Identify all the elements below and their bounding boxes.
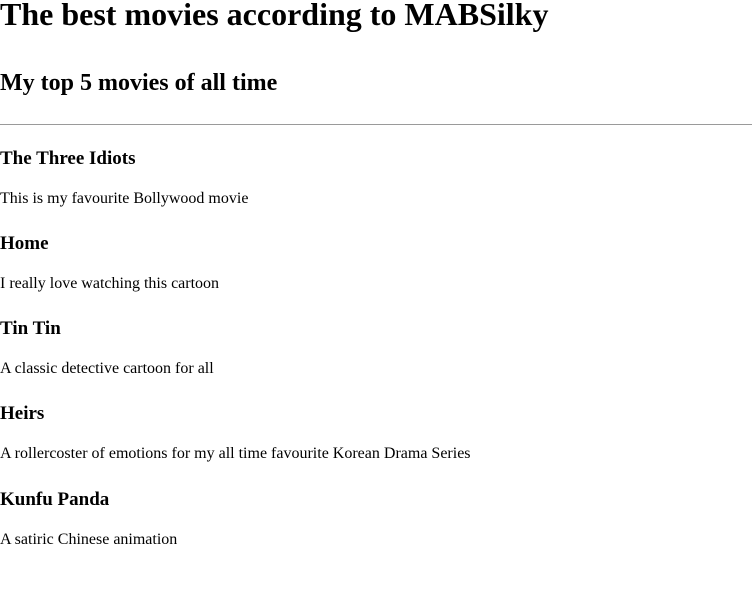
- divider: [0, 124, 752, 125]
- movie-item: The Three Idiots This is my favourite Bo…: [0, 147, 752, 209]
- movie-description: A rollercoster of emotions for my all ti…: [0, 445, 471, 462]
- movie-title: Tin Tin: [0, 318, 61, 339]
- page-subtitle: My top 5 movies of all time: [0, 70, 278, 96]
- movie-item: Tin Tin A classic detective cartoon for …: [0, 317, 752, 379]
- movie-description: A satiric Chinese animation: [0, 531, 178, 548]
- movie-item: Home I really love watching this cartoon: [0, 232, 752, 294]
- movie-item: Kunfu Panda A satiric Chinese animation: [0, 488, 752, 550]
- movie-description: I really love watching this cartoon: [0, 275, 220, 292]
- movie-description: This is my favourite Bollywood movie: [0, 190, 249, 207]
- movie-title: Kunfu Panda: [0, 489, 110, 510]
- movie-description: A classic detective cartoon for all: [0, 360, 214, 377]
- movie-title: Heirs: [0, 403, 45, 424]
- movie-item: Heirs A rollercoster of emotions for my …: [0, 402, 752, 464]
- movie-title: Home: [0, 233, 49, 254]
- movie-title: The Three Idiots: [0, 148, 136, 169]
- page: The best movies according to MABSilky My…: [0, 0, 752, 589]
- page-title: The best movies according to MABSilky: [0, 0, 549, 32]
